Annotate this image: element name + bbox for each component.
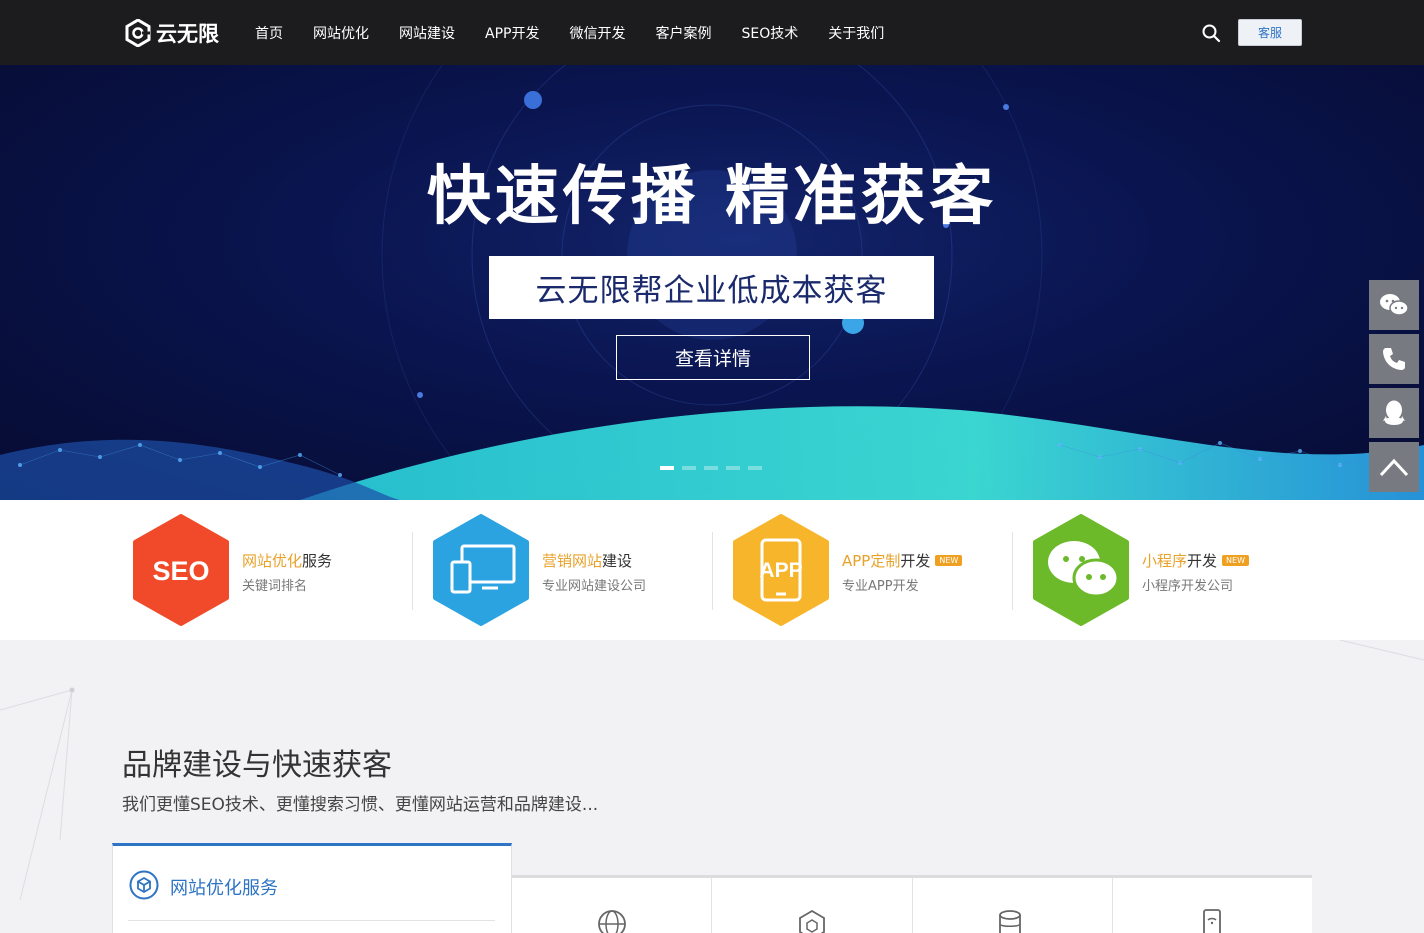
service-title: APP定制开发 NEW bbox=[842, 550, 963, 571]
nav-item-seo[interactable]: 网站优化 bbox=[298, 23, 384, 43]
seo-icon: SEO bbox=[133, 514, 229, 626]
mobile-icon bbox=[1203, 909, 1222, 933]
feature-tile[interactable] bbox=[712, 878, 913, 933]
service-item-miniprogram[interactable]: 小程序开发 NEW 小程序开发公司 bbox=[1020, 500, 1320, 640]
float-qq-button[interactable] bbox=[1369, 388, 1419, 438]
new-badge: NEW bbox=[935, 555, 963, 566]
carousel-dot[interactable] bbox=[682, 466, 696, 470]
logo-text: 云无限 bbox=[156, 22, 219, 46]
app-icon: APP bbox=[733, 514, 829, 626]
wechat-icon bbox=[1380, 294, 1409, 316]
service-item-seo[interactable]: SEO 网站优化服务 关键词排名 bbox=[120, 500, 420, 640]
back-to-top-button[interactable] bbox=[1369, 442, 1419, 492]
carousel-dot[interactable] bbox=[704, 466, 718, 470]
carousel-dot[interactable] bbox=[748, 466, 762, 470]
search-icon[interactable] bbox=[1200, 22, 1222, 44]
nav-item-cases[interactable]: 客户案例 bbox=[640, 23, 726, 43]
service-title: 网站优化服务 bbox=[242, 552, 333, 570]
services-strip: SEO 网站优化服务 关键词排名 营销网站建设 专业网站建设公司 APP APP… bbox=[0, 500, 1424, 640]
service-desc: 小程序开发公司 bbox=[1142, 579, 1234, 594]
cube-icon bbox=[798, 909, 825, 933]
logo[interactable]: 云无限 bbox=[124, 18, 219, 48]
nav-item-website[interactable]: 网站建设 bbox=[384, 23, 470, 43]
service-title: 小程序开发 NEW bbox=[1142, 550, 1249, 571]
logo-icon bbox=[125, 19, 151, 47]
floating-contact-bar bbox=[1369, 280, 1419, 496]
view-details-button[interactable]: 查看详情 bbox=[616, 335, 810, 380]
feature-tile[interactable] bbox=[1113, 878, 1312, 933]
divider bbox=[412, 532, 413, 610]
globe-icon bbox=[597, 910, 626, 933]
new-badge: NEW bbox=[1222, 555, 1249, 566]
feature-tile[interactable] bbox=[512, 878, 713, 933]
wechat-icon bbox=[1033, 514, 1129, 626]
float-wechat-button[interactable] bbox=[1369, 280, 1419, 330]
devices-icon bbox=[433, 514, 529, 626]
divider bbox=[712, 532, 713, 610]
carousel-dot[interactable] bbox=[660, 466, 674, 470]
back-to-top-icon bbox=[1379, 458, 1409, 477]
main-nav: 首页 网站优化 网站建设 APP开发 微信开发 客户案例 SEO技术 关于我们 bbox=[240, 0, 899, 65]
customer-service-button[interactable]: 客服 bbox=[1238, 19, 1302, 46]
svg-text:SEO: SEO bbox=[152, 556, 209, 586]
database-icon bbox=[999, 910, 1022, 933]
carousel-dot[interactable] bbox=[726, 466, 740, 470]
service-desc: 专业网站建设公司 bbox=[542, 579, 647, 594]
feature-tile[interactable] bbox=[913, 878, 1113, 933]
feature-tiles bbox=[512, 875, 1312, 933]
service-item-app[interactable]: APP APP定制开发 NEW 专业APP开发 bbox=[720, 500, 1020, 640]
hero-subtitle: 云无限帮企业低成本获客 bbox=[489, 256, 934, 319]
nav-item-about[interactable]: 关于我们 bbox=[813, 23, 899, 43]
top-header: 云无限 首页 网站优化 网站建设 APP开发 微信开发 客户案例 SEO技术 关… bbox=[0, 0, 1424, 65]
float-phone-button[interactable] bbox=[1369, 334, 1419, 384]
service-card-seo[interactable]: 网站优化服务 bbox=[112, 843, 512, 933]
divider bbox=[128, 920, 495, 921]
service-item-website[interactable]: 营销网站建设 专业网站建设公司 bbox=[420, 500, 720, 640]
hero-title: 快速传播 精准获客 bbox=[426, 160, 998, 234]
nav-item-seo-tech[interactable]: SEO技术 bbox=[726, 23, 813, 43]
divider bbox=[1012, 532, 1013, 610]
section-title: 品牌建设与快速获客 bbox=[122, 748, 392, 783]
phone-icon bbox=[1383, 348, 1405, 370]
nav-item-wechat[interactable]: 微信开发 bbox=[554, 23, 640, 43]
qq-icon bbox=[1383, 400, 1405, 425]
nav-item-home[interactable]: 首页 bbox=[240, 23, 298, 43]
card-title: 网站优化服务 bbox=[170, 878, 278, 899]
section-subtitle: 我们更懂SEO技术、更懂搜索习惯、更懂网站运营和品牌建设... bbox=[122, 795, 599, 815]
service-title: 营销网站建设 bbox=[542, 552, 633, 570]
cube-icon bbox=[129, 870, 159, 900]
nav-item-app[interactable]: APP开发 bbox=[470, 23, 554, 43]
carousel-dots bbox=[660, 466, 762, 470]
hero-banner: 快速传播 精准获客 云无限帮企业低成本获客 查看详情 bbox=[0, 65, 1424, 500]
svg-text:APP: APP bbox=[759, 559, 802, 582]
service-desc: 关键词排名 bbox=[242, 579, 308, 594]
service-desc: 专业APP开发 bbox=[842, 579, 919, 594]
